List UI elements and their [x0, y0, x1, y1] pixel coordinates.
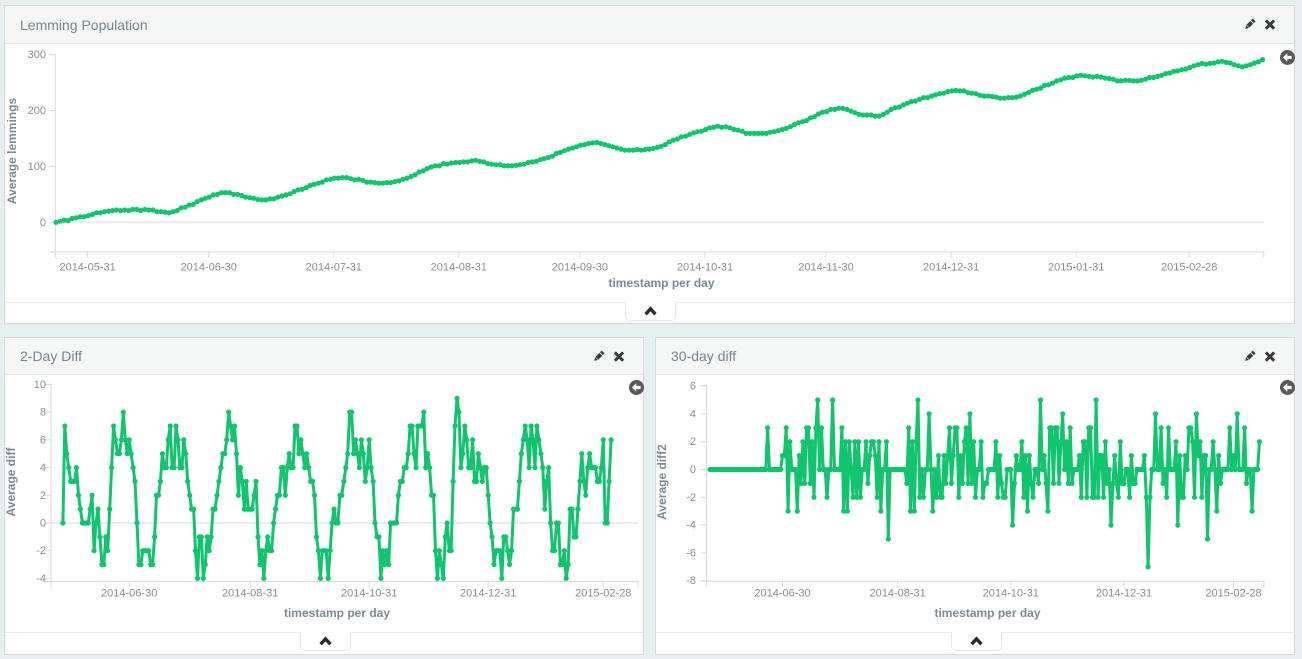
- svg-text:2014-08-31: 2014-08-31: [869, 588, 925, 600]
- svg-text:2015-02-28: 2015-02-28: [1161, 262, 1217, 274]
- svg-text:8: 8: [40, 407, 46, 419]
- svg-text:100: 100: [28, 161, 46, 173]
- svg-text:2014-07-31: 2014-07-31: [306, 262, 362, 274]
- svg-text:300: 300: [28, 49, 46, 61]
- svg-text:2015-02-28: 2015-02-28: [575, 588, 631, 600]
- svg-text:200: 200: [28, 105, 46, 117]
- svg-text:-4: -4: [686, 520, 696, 532]
- svg-text:4: 4: [40, 462, 46, 474]
- svg-text:2015-02-28: 2015-02-28: [1205, 588, 1261, 600]
- svg-text:0: 0: [40, 518, 46, 530]
- svg-text:6: 6: [690, 381, 696, 393]
- svg-text:-4: -4: [36, 573, 46, 585]
- svg-text:timestamp per day: timestamp per day: [284, 606, 390, 620]
- svg-text:6: 6: [40, 434, 46, 446]
- svg-text:0: 0: [40, 217, 46, 229]
- svg-text:-2: -2: [686, 492, 696, 504]
- svg-text:2014-08-31: 2014-08-31: [222, 588, 278, 600]
- svg-text:2: 2: [690, 436, 696, 448]
- svg-text:2014-12-31: 2014-12-31: [460, 588, 516, 600]
- svg-text:2014-06-30: 2014-06-30: [754, 588, 810, 600]
- svg-text:-8: -8: [686, 575, 696, 587]
- svg-text:2014-05-31: 2014-05-31: [59, 262, 115, 274]
- svg-text:timestamp per day: timestamp per day: [608, 276, 714, 290]
- svg-text:2014-10-31: 2014-10-31: [677, 262, 733, 274]
- svg-text:2014-06-30: 2014-06-30: [181, 262, 237, 274]
- svg-text:2014-10-31: 2014-10-31: [983, 588, 1039, 600]
- svg-text:2015-01-31: 2015-01-31: [1048, 262, 1104, 274]
- svg-text:10: 10: [34, 379, 46, 391]
- svg-text:2014-06-30: 2014-06-30: [101, 588, 157, 600]
- svg-text:2014-11-30: 2014-11-30: [798, 262, 853, 274]
- svg-text:4: 4: [690, 408, 696, 420]
- svg-text:2014-09-30: 2014-09-30: [552, 262, 608, 274]
- svg-text:2014-10-31: 2014-10-31: [341, 588, 397, 600]
- svg-text:2: 2: [40, 490, 46, 502]
- svg-text:2014-12-31: 2014-12-31: [923, 262, 979, 274]
- svg-text:timestamp per day: timestamp per day: [934, 606, 1040, 620]
- svg-text:0: 0: [690, 464, 696, 476]
- svg-text:-2: -2: [36, 545, 46, 557]
- svg-text:-6: -6: [686, 547, 696, 559]
- svg-text:2014-08-31: 2014-08-31: [431, 262, 487, 274]
- svg-text:2014-12-31: 2014-12-31: [1096, 588, 1152, 600]
